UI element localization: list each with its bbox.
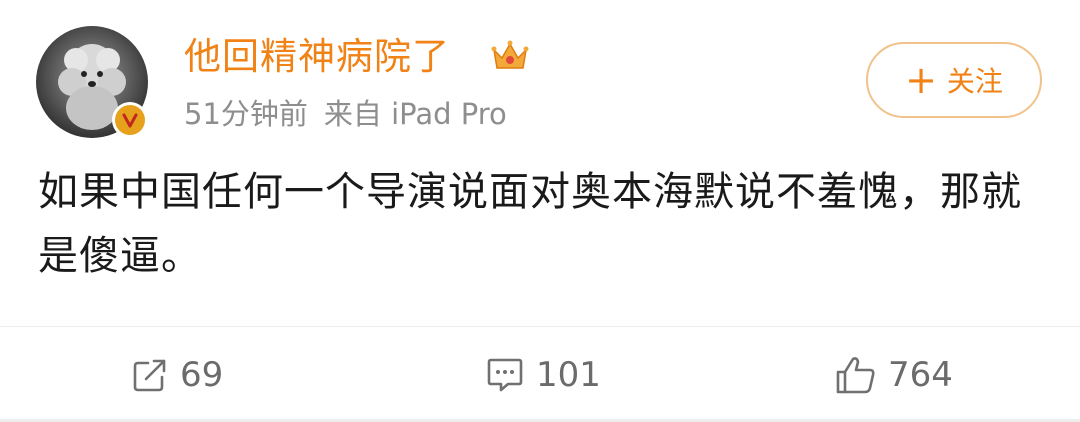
action-bar: 69 101 764 — [0, 327, 1080, 422]
like-count: 764 — [888, 354, 953, 395]
comment-count: 101 — [536, 354, 601, 395]
post-time: 51分钟前 — [184, 97, 308, 131]
post-source: 来自 iPad Pro — [323, 97, 507, 131]
username[interactable]: 他回精神病院了 — [184, 32, 450, 82]
like-button[interactable]: 764 — [834, 327, 953, 422]
post-meta: 51分钟前 来自 iPad Pro — [184, 92, 507, 136]
repost-count: 69 — [180, 354, 224, 395]
crown-icon — [491, 40, 529, 69]
weibo-post: 他回精神病院了 51分钟前 来自 iPad Pro + 关注 如果中国任何一个导演… — [0, 0, 1080, 326]
plus-icon: + — [905, 58, 937, 102]
post-content: 如果中国任何一个导演说面对奥本海默说不羞愧，那就是傻逼。 — [38, 169, 1022, 279]
comment-icon — [487, 358, 523, 391]
repost-icon — [133, 359, 166, 391]
follow-label: 关注 — [946, 65, 1003, 98]
follow-button[interactable]: + 关注 — [866, 42, 1042, 118]
repost-button[interactable]: 69 — [130, 327, 223, 422]
avatar[interactable] — [36, 26, 148, 138]
verified-badge-icon — [112, 102, 148, 138]
thumbs-up-icon — [836, 356, 875, 393]
comment-button[interactable]: 101 — [484, 327, 601, 422]
